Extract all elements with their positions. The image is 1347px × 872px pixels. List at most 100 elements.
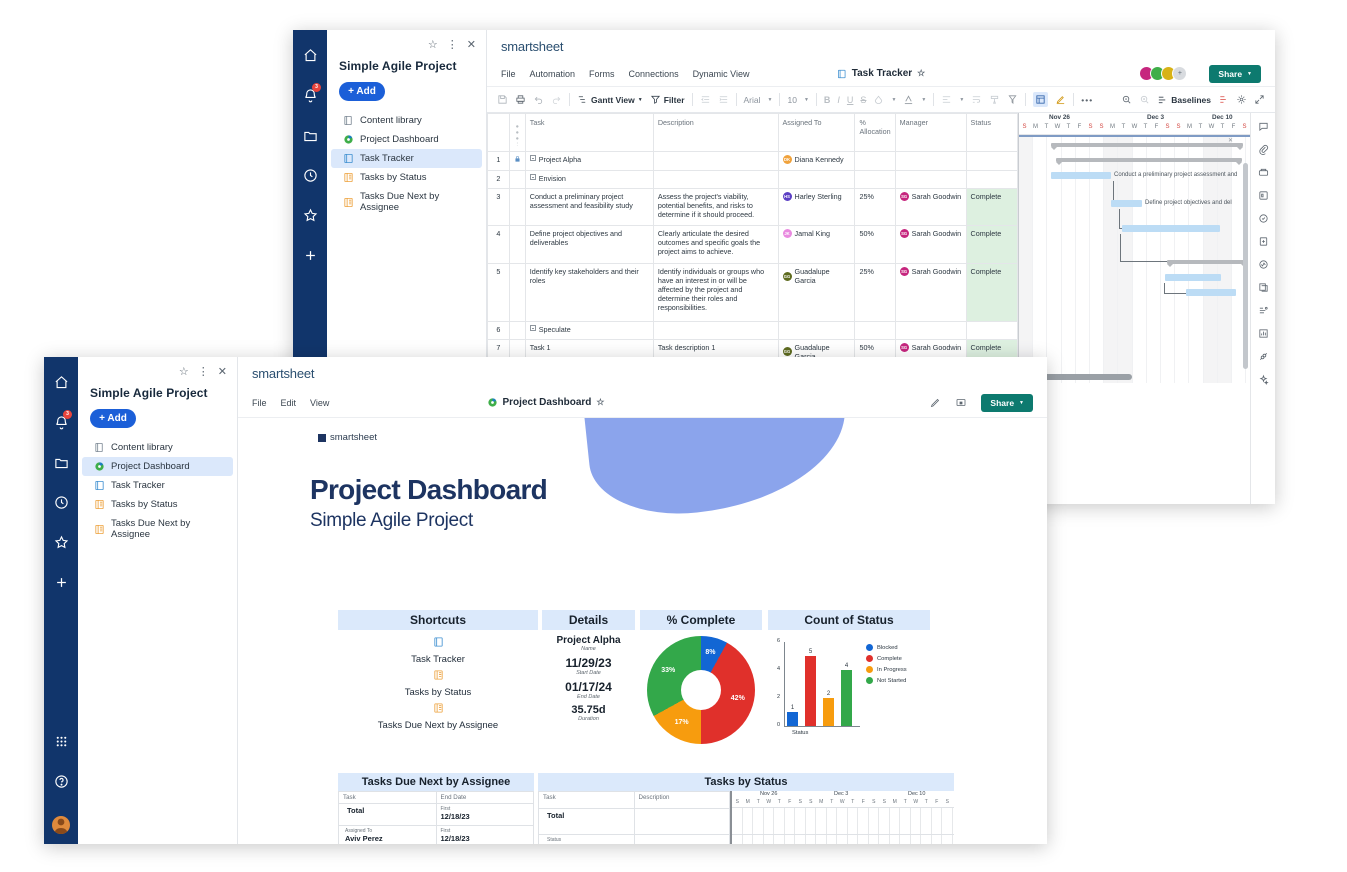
sidebar-item-task-tracker[interactable]: Task Tracker — [331, 149, 482, 168]
col-header-assigned-to[interactable]: Assigned To — [777, 113, 856, 152]
font-size-select[interactable]: 10 — [787, 95, 796, 105]
gantt-task-bar[interactable] — [1186, 289, 1236, 296]
sidebar-item-tasks-by-status[interactable]: Tasks by Status — [82, 495, 233, 514]
menu-dynamic-view[interactable]: Dynamic View — [693, 69, 750, 79]
shortcuts-widget[interactable]: Shortcuts Task Tracker Tasks by Status T… — [338, 610, 538, 731]
row-indicator[interactable] — [508, 263, 526, 322]
cell-assigned-to[interactable]: JK Jamal King — [777, 225, 856, 265]
save-icon[interactable] — [497, 94, 508, 105]
undo-icon[interactable] — [533, 94, 544, 105]
fill-color-icon[interactable] — [873, 94, 884, 105]
zoom-in-icon[interactable] — [1139, 94, 1150, 105]
cell-allocation[interactable] — [854, 151, 896, 171]
cell-end-date[interactable]: First 12/18/23 — [435, 803, 534, 826]
notifications-icon[interactable]: 3 — [48, 409, 74, 435]
menu-edit[interactable]: Edit — [281, 398, 297, 408]
collaborator-avatars[interactable]: + — [1139, 66, 1188, 81]
shortcut-tasks-by-status[interactable]: Tasks by Status — [338, 668, 538, 698]
cell-task[interactable]: Define project objectives and deliverabl… — [524, 225, 654, 265]
align-icon[interactable] — [941, 94, 952, 105]
table-row[interactable]: 6 Speculate — [487, 320, 1018, 340]
table-row[interactable]: Total First 12/18/23 — [338, 803, 534, 826]
project-dashboard-window[interactable]: 3 ☆ ⋮ ✕ Simple Agile Project + Add Conte… — [44, 357, 1047, 844]
bar[interactable] — [805, 656, 816, 726]
cell-description[interactable]: Assess the project's viability, potentia… — [652, 187, 779, 227]
tasks-due-next-widget[interactable]: Tasks Due Next by Assignee Task End Date… — [338, 773, 534, 844]
charts-icon[interactable] — [1258, 328, 1269, 339]
cell-task[interactable]: Total — [338, 803, 437, 826]
row-indicator[interactable] — [508, 225, 526, 265]
underline-button[interactable]: U — [847, 95, 854, 105]
table-row[interactable]: Total — [538, 808, 730, 835]
more-icon[interactable]: ⋮ — [198, 367, 209, 378]
cell-manager[interactable] — [894, 320, 967, 340]
menu-automation[interactable]: Automation — [530, 69, 576, 79]
star-icon[interactable]: ☆ — [917, 68, 925, 79]
user-avatar[interactable] — [52, 816, 70, 834]
menu-view[interactable]: View — [310, 398, 329, 408]
cell-description[interactable] — [652, 151, 779, 171]
tasks-by-status-body[interactable]: TotalStatusBlockedSubtask 1Sub task desc… — [538, 808, 730, 844]
cell-description[interactable] — [652, 320, 779, 340]
bar[interactable] — [823, 698, 834, 726]
italic-button[interactable]: I — [837, 95, 840, 105]
more-options-button[interactable]: ••• — [1081, 95, 1093, 105]
table-row[interactable]: 2 Envision — [487, 169, 1018, 189]
menu-file[interactable]: File — [252, 398, 267, 408]
gantt-task-bar[interactable] — [1165, 274, 1221, 281]
table-row[interactable]: Assigned To Aviv Perez First 12/18/23 — [338, 825, 534, 844]
activity-log-icon[interactable] — [1258, 259, 1269, 270]
cell-task[interactable]: Assigned To Aviv Perez — [338, 825, 437, 844]
cell-assigned-to[interactable]: GGGuadalupe Garcia — [777, 263, 856, 322]
gantt-vertical-scrollbar[interactable] — [1243, 163, 1248, 369]
shortcut-tasks-due-next[interactable]: Tasks Due Next by Assignee — [338, 701, 538, 731]
browse-folder-icon[interactable] — [48, 449, 74, 475]
star-icon[interactable]: ☆ — [179, 367, 189, 378]
gantt-summary-bar[interactable] — [1056, 158, 1242, 165]
gantt-body[interactable]: Conduct a preliminary project assessment… — [1019, 137, 1250, 383]
cell-manager[interactable]: SGSarah Goodwin — [894, 225, 967, 265]
bar[interactable] — [841, 670, 852, 726]
baselines-button[interactable]: Baselines — [1157, 94, 1211, 105]
integrations-icon[interactable] — [1258, 351, 1269, 362]
col-header-task[interactable]: Task — [524, 113, 654, 152]
close-icon[interactable]: ✕ — [467, 40, 476, 51]
publish-icon[interactable] — [1258, 190, 1269, 201]
cell-description[interactable]: Identify individuals or groups who have … — [652, 263, 779, 322]
cell-allocation[interactable]: 25% — [854, 263, 896, 322]
table-row[interactable]: 4 Define project objectives and deliverab… — [487, 225, 1018, 265]
cell-description[interactable] — [633, 834, 730, 844]
browse-folder-icon[interactable] — [297, 122, 323, 148]
bold-button[interactable]: B — [824, 95, 831, 105]
outdent-icon[interactable] — [700, 94, 711, 105]
home-icon[interactable] — [297, 42, 323, 68]
cell-assigned-to[interactable]: DK Diana Kennedy — [777, 151, 856, 171]
sidebar-item-project-dashboard[interactable]: Project Dashboard — [82, 457, 233, 476]
gantt-summary-bar[interactable] — [1167, 260, 1247, 267]
details-widget[interactable]: Details Project Alpha Name 11/29/23 Star… — [542, 610, 635, 726]
cell-manager[interactable] — [894, 169, 967, 189]
edit-pencil-icon[interactable] — [929, 397, 941, 409]
status-badge[interactable] — [965, 320, 1018, 340]
expand-toggle-icon[interactable] — [529, 173, 536, 180]
text-color-icon[interactable] — [903, 94, 914, 105]
cell-task[interactable]: Total — [538, 808, 635, 835]
app-launcher-icon[interactable] — [48, 728, 74, 754]
create-plus-icon[interactable] — [48, 569, 74, 595]
cell-allocation[interactable] — [854, 169, 896, 189]
menu-connections[interactable]: Connections — [629, 69, 679, 79]
view-switcher[interactable]: Gantt View ▼ — [577, 94, 643, 105]
cell-task[interactable]: StatusBlocked — [538, 834, 635, 844]
col-header-allocation[interactable]: % Allocation — [854, 113, 896, 152]
gantt-summary-bar[interactable] — [1051, 143, 1243, 150]
cell-allocation[interactable]: 25% — [854, 187, 896, 227]
highlight-icon[interactable] — [1055, 94, 1066, 105]
percent-complete-widget[interactable]: % Complete 8% 42% 17% 33% — [640, 610, 762, 744]
redo-icon[interactable] — [551, 94, 562, 105]
shortcut-task-tracker[interactable]: Task Tracker — [338, 635, 538, 665]
gantt-task-bar[interactable] — [1111, 200, 1142, 207]
star-icon[interactable]: ☆ — [428, 40, 438, 51]
critical-path-icon[interactable] — [1218, 94, 1229, 105]
create-plus-icon[interactable] — [297, 242, 323, 268]
close-icon[interactable]: ✕ — [218, 367, 227, 378]
